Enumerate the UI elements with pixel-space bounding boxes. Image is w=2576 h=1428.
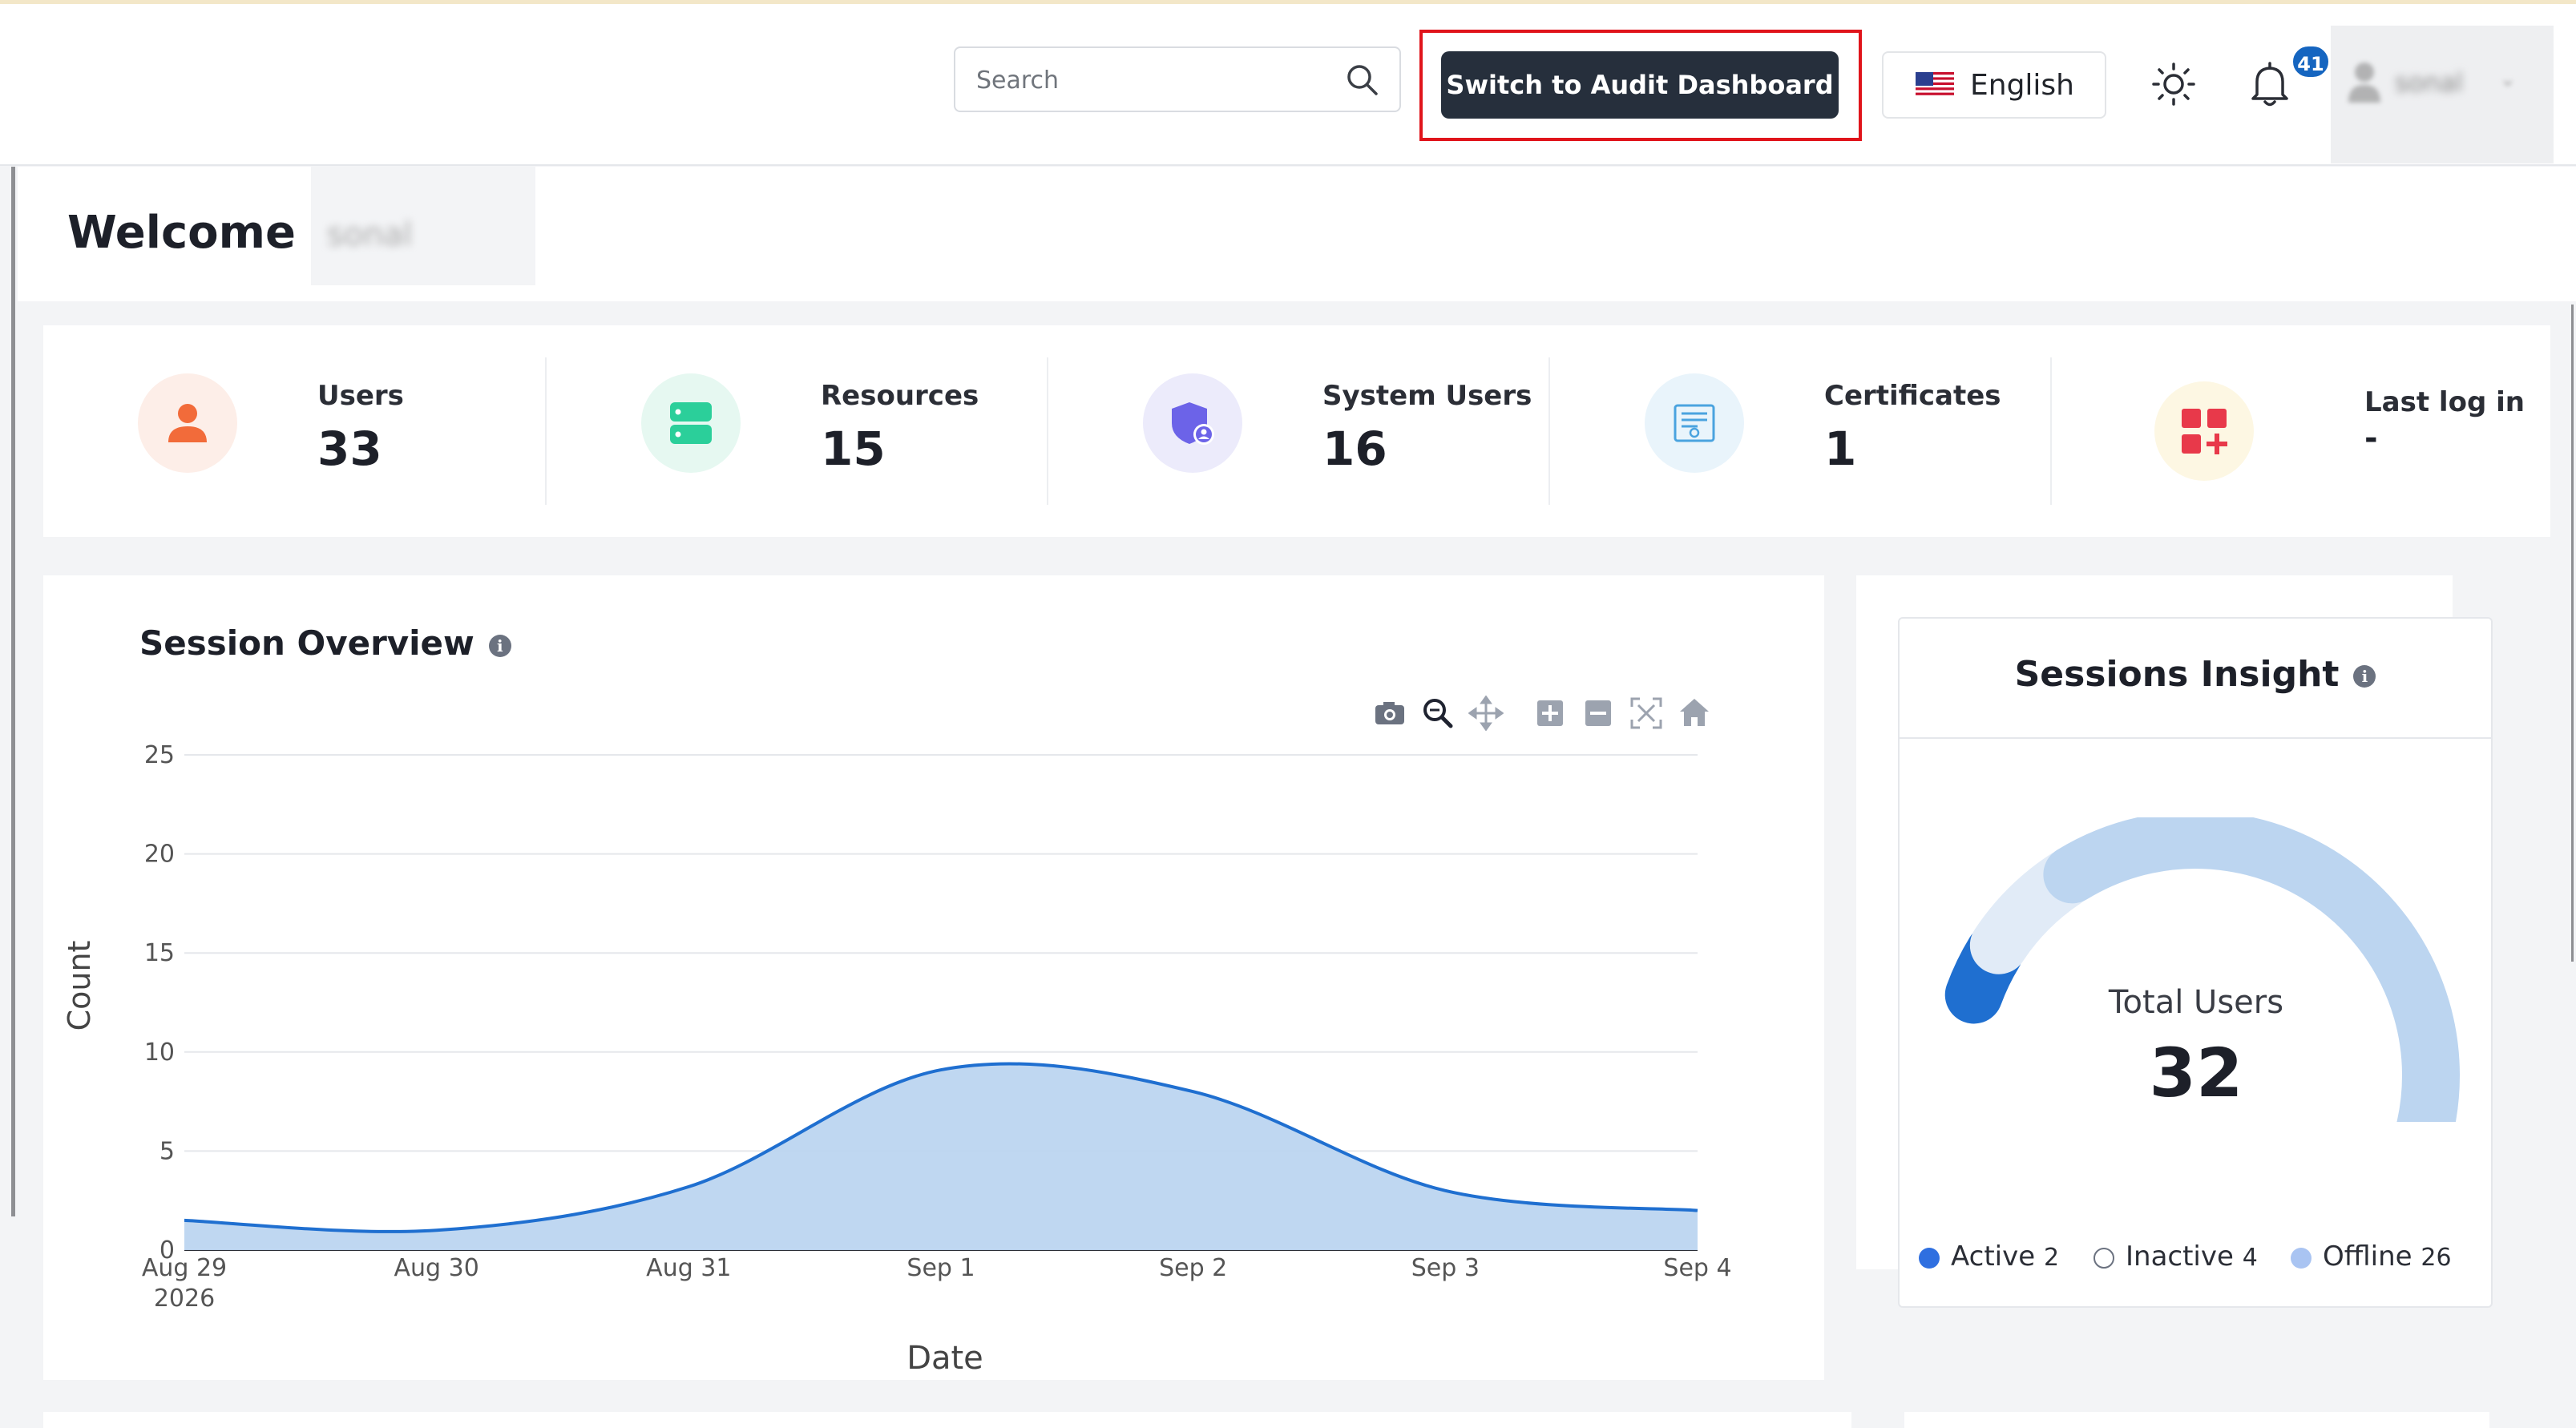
notifications-button[interactable] (2244, 56, 2295, 112)
legend-dot (1919, 1247, 1940, 1269)
stat-icon-circle (1645, 373, 1744, 473)
page-scrollbar[interactable] (2571, 305, 2574, 962)
series-area (184, 1063, 1698, 1250)
stat-label: Resources (821, 380, 979, 412)
server-icon (670, 402, 712, 444)
legend-label: Inactive (2126, 1240, 2234, 1273)
apps-add-icon (2182, 409, 2227, 454)
user-profile-menu[interactable]: sonal ⌄ (2331, 26, 2554, 163)
stat-users[interactable]: Users 33 (43, 325, 547, 537)
welcome-user-name: sonal (311, 167, 535, 285)
legend-count: 2 (2043, 1244, 2060, 1272)
sessions-insight-title: Sessions Insight i (1900, 654, 2491, 695)
welcome-greeting: Welcome , (67, 207, 329, 259)
chevron-down-icon: ⌄ (2499, 67, 2517, 91)
stat-icon-circle (2154, 381, 2254, 481)
stat-system-users[interactable]: System Users 16 (1048, 325, 1550, 537)
profile-name: sonal (2395, 67, 2464, 98)
stat-certificates[interactable]: Certificates 1 (1550, 325, 2052, 537)
language-label: English (1970, 68, 2074, 102)
y-tick-label: 20 (144, 841, 175, 869)
notification-count-badge: 41 (2291, 44, 2331, 79)
us-flag-icon (1916, 72, 1954, 98)
legend-item-offline[interactable]: Offline 26 (2291, 1240, 2452, 1273)
stat-label: Last log in (2364, 386, 2525, 418)
stat-icon-circle (641, 373, 741, 473)
x-tick-label: Sep 1 (906, 1254, 975, 1282)
y-tick-label: 5 (159, 1137, 175, 1165)
gauge-total-value: 32 (2149, 1034, 2243, 1112)
welcome-name-text: sonal (327, 216, 413, 253)
lower-panel-left (43, 1412, 1851, 1428)
x-tick-label: Aug 30 (394, 1254, 479, 1282)
x-axis-label: Date (906, 1340, 983, 1377)
legend-count: 4 (2242, 1244, 2258, 1272)
legend-label: Active (1951, 1240, 2036, 1273)
stat-label: System Users (1322, 380, 1532, 412)
stat-value: 1 (1824, 422, 1857, 476)
stat-value: - (2364, 420, 2378, 457)
session-overview-chart: 0510152025Aug 29 Aug 30 Aug 31 Sep 1 Sep 2 Se… (62, 741, 1732, 1377)
language-selector[interactable]: English (1882, 51, 2106, 119)
lower-panel-right (1904, 1412, 2489, 1428)
x-tick-label: Aug 31 (646, 1254, 731, 1282)
stat-icon-circle (138, 373, 237, 473)
avatar-icon (2347, 59, 2382, 104)
sessions-insight-title-text: Sessions Insight (2014, 654, 2340, 695)
x-tick-label: Sep 3 (1411, 1254, 1480, 1282)
search-input[interactable] (975, 59, 1330, 101)
x-tick-label: Aug 29 (142, 1254, 227, 1282)
stat-icon-circle (1143, 373, 1242, 473)
search-box[interactable] (954, 46, 1401, 112)
legend-dot (2291, 1247, 2312, 1269)
info-icon[interactable]: i (2353, 665, 2376, 688)
stat-value: 16 (1322, 422, 1387, 476)
legend-dot (2094, 1247, 2114, 1269)
user-icon (168, 404, 207, 442)
y-tick-label: 10 (144, 1039, 175, 1067)
stat-value: 33 (317, 422, 382, 476)
x-tick-label: Sep 4 (1663, 1254, 1731, 1282)
stat-label: Certificates (1824, 380, 2001, 412)
sessions-insight-header: Sessions Insight i (1900, 619, 2491, 739)
theme-toggle-button[interactable] (2148, 56, 2199, 112)
stats-summary: Users 33 Resources 15 System Users 16 Ce… (43, 325, 2550, 537)
stat-value: 15 (821, 422, 886, 476)
gauge-center-label: Total Users (2108, 984, 2284, 1021)
highlight-box (1419, 30, 1862, 141)
x-tick-label: Sep 2 (1159, 1254, 1227, 1282)
y-tick-label: 15 (144, 939, 175, 967)
shield-user-icon (1172, 402, 1214, 445)
y-tick-label: 25 (144, 741, 175, 769)
search-icon[interactable] (1345, 63, 1380, 101)
stat-last-log-in[interactable]: Last log in - (2052, 325, 2550, 537)
legend-item-active[interactable]: Active 2 (1919, 1240, 2059, 1273)
stat-label: Users (317, 380, 404, 412)
stat-resources[interactable]: Resources 15 (547, 325, 1048, 537)
legend-count: 26 (2421, 1244, 2452, 1272)
sun-icon (2148, 63, 2199, 115)
legend-label: Offline (2323, 1240, 2412, 1273)
x-year-label: 2026 (154, 1285, 215, 1313)
certificate-icon (1674, 404, 1715, 442)
legend-item-inactive[interactable]: Inactive 4 (2094, 1240, 2258, 1273)
left-scroll-rule (11, 167, 15, 1216)
y-axis-label: Count (62, 941, 97, 1031)
bell-icon (2244, 62, 2295, 115)
